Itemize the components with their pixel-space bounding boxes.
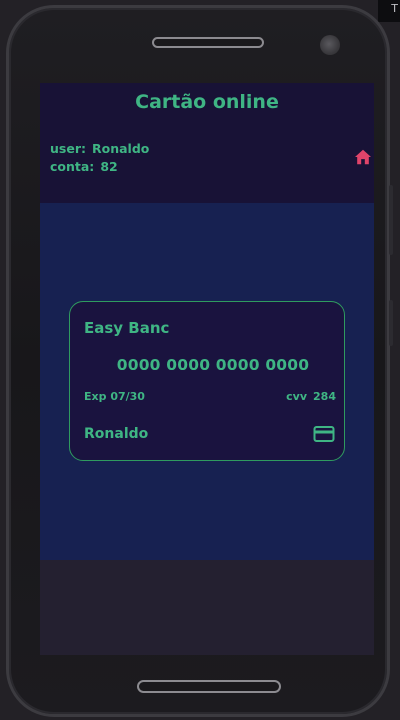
- front-camera: [320, 35, 340, 55]
- user-info: user: Ronaldo conta: 82: [50, 140, 149, 176]
- card-holder-name: Ronaldo: [84, 426, 149, 442]
- account-number: 82: [100, 159, 118, 174]
- volume-button: [389, 185, 393, 255]
- page-title: Cartão online: [135, 91, 279, 113]
- credit-card-icon: [313, 426, 335, 442]
- app-header: Cartão online user: Ronaldo conta: 82: [40, 83, 374, 203]
- card-cvv: cvv 284: [286, 390, 336, 403]
- power-button: [389, 300, 393, 346]
- user-row: user: Ronaldo: [50, 140, 149, 158]
- account-label: conta:: [50, 159, 95, 174]
- cvv-value: 284: [313, 390, 336, 403]
- device-stage: T Cartão online user: Ronaldo conta: 82: [0, 0, 400, 720]
- corner-overlay: T: [378, 0, 400, 22]
- main-content: Easy Banc 0000 0000 0000 0000 Exp 07/30 …: [40, 203, 374, 560]
- user-name: Ronaldo: [91, 141, 150, 156]
- app-screen: Cartão online user: Ronaldo conta: 82 Easy…: [40, 83, 374, 655]
- home-icon[interactable]: [354, 149, 372, 165]
- card-expiry: Exp 07/30: [84, 390, 145, 403]
- account-row: conta: 82: [50, 158, 149, 176]
- card-number: 0000 0000 0000 0000: [116, 356, 310, 374]
- bottom-speaker-grille: [137, 680, 281, 693]
- corner-glyph: T: [391, 2, 398, 15]
- card-bank-name: Easy Banc: [84, 319, 170, 337]
- credit-card[interactable]: Easy Banc 0000 0000 0000 0000 Exp 07/30 …: [69, 301, 345, 461]
- speaker-grille: [152, 37, 264, 48]
- user-label: user:: [50, 141, 86, 156]
- cvv-label: cvv: [286, 390, 308, 403]
- bottom-area: [40, 560, 374, 655]
